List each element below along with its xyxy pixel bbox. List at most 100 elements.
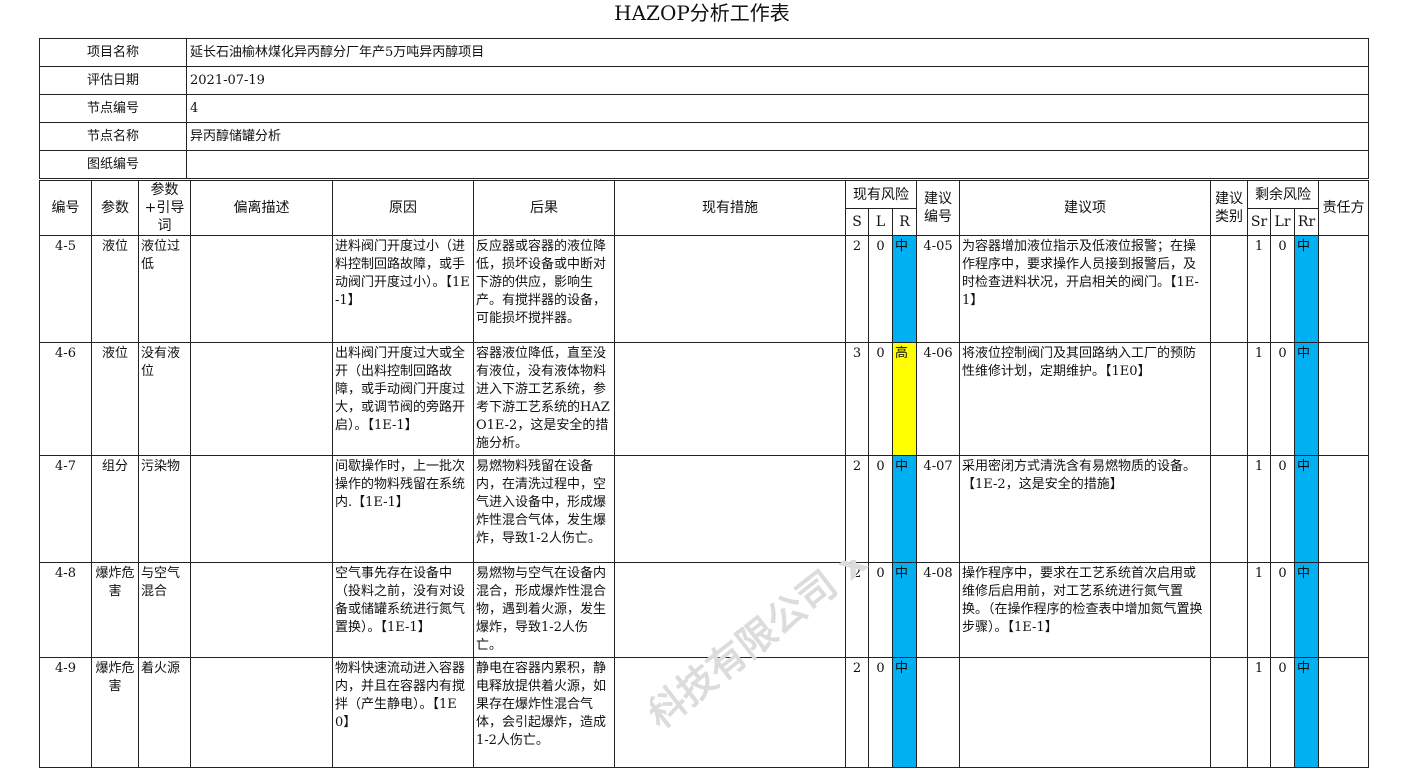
cell-lr: 0 [1270, 455, 1296, 563]
cell-measures [614, 235, 846, 343]
info-label: 项目名称 [39, 38, 187, 67]
table-row: 4-5 液位 液位过低 进料阀门开度过小（进料控制回路故障，或手动阀门开度过小）。【1… [39, 235, 1370, 343]
cell-rec-type [1210, 455, 1249, 563]
header-rec-no: 建议编号 [916, 180, 961, 236]
project-info-table: 项目名称 延长石油榆林煤化异丙醇分厂年产5万吨异丙醇项目 评估日期 2021-07-1… [39, 38, 1369, 179]
cell-owner [1318, 562, 1370, 658]
info-row: 图纸编号 [39, 150, 1369, 179]
cell-cause: 间歇操作时，上一批次操作的物料残留在系统内.【1E-1】 [332, 455, 474, 563]
cell-s: 2 [845, 562, 869, 658]
cell-rec-no: 4-05 [916, 235, 961, 343]
table-row: 4-8 爆炸危害 与空气混合 空气事先存在设备中（投料之前，没有对设备或储罐系统进行氮… [39, 562, 1370, 658]
cell-owner [1318, 235, 1370, 343]
header-rec: 建议项 [959, 180, 1212, 236]
cell-rec-no: 4-08 [916, 562, 961, 658]
cell-r: 中 [891, 657, 918, 768]
cell-sr: 1 [1247, 235, 1272, 343]
header-consequence: 后果 [473, 180, 615, 236]
cell-guide: 没有液位 [138, 342, 191, 456]
cell-sr: 1 [1247, 562, 1272, 658]
cell-rr: 中 [1294, 342, 1320, 456]
cell-measures [614, 342, 846, 456]
header-guide: 参数+引导词 [138, 180, 191, 236]
cell-lr: 0 [1270, 235, 1296, 343]
info-row: 节点名称 异丙醇储罐分析 [39, 122, 1369, 151]
info-value: 异丙醇储罐分析 [186, 122, 1369, 151]
cell-s: 3 [845, 342, 869, 456]
table-row: 4-6 液位 没有液位 出料阀门开度过大或全开（出料控制回路故障，或手动阀门开度过大，… [39, 342, 1370, 456]
cell-param: 爆炸危害 [91, 562, 139, 658]
cell-consequence: 反应器或容器的液位降低，损坏设备或中断对下游的供应，影响生产。有搅拌器的设备，可… [473, 235, 615, 343]
cell-guide: 液位过低 [138, 235, 191, 343]
cell-rec-type [1210, 235, 1249, 343]
cell-no: 4-8 [39, 562, 92, 658]
cell-param: 液位 [91, 235, 139, 343]
cell-param: 组分 [91, 455, 139, 563]
header-current-risk: 现有风险 [844, 179, 918, 210]
header-owner: 责任方 [1318, 180, 1370, 236]
cell-rr: 中 [1294, 235, 1320, 343]
cell-rr: 中 [1294, 657, 1320, 768]
info-value: 4 [186, 94, 1369, 123]
header-param: 参数 [91, 180, 139, 236]
cell-consequence: 易燃物料残留在设备内，在清洗过程中，空气进入设备中，形成爆炸性混合气体，发生爆炸… [473, 455, 615, 563]
info-row: 评估日期 2021-07-19 [39, 66, 1369, 95]
info-label: 评估日期 [39, 66, 187, 95]
cell-rec [959, 657, 1212, 768]
cell-owner [1318, 455, 1370, 563]
cell-r: 中 [891, 235, 918, 343]
cell-no: 4-6 [39, 342, 92, 456]
cell-deviation [190, 342, 333, 456]
cell-s: 2 [845, 235, 869, 343]
cell-sr: 1 [1247, 455, 1272, 563]
header-rec-type: 建议类别 [1210, 180, 1249, 236]
info-value [186, 150, 1369, 179]
cell-param: 液位 [91, 342, 139, 456]
worksheet-page: HAZOP分析工作表 项目名称 延长石油榆林煤化异丙醇分厂年产5万吨异丙醇项目 评估… [0, 0, 1404, 777]
cell-param: 爆炸危害 [91, 657, 139, 768]
cell-deviation [190, 455, 333, 563]
header-deviation: 偏离描述 [190, 180, 333, 236]
cell-cause: 进料阀门开度过小（进料控制回路故障，或手动阀门开度过小）。【1E-1】 [332, 235, 474, 343]
cell-measures [614, 657, 846, 768]
cell-deviation [190, 562, 333, 658]
table-row: 4-9 爆炸危害 着火源 物料快速流动进入容器内，并且在容器内有搅拌（产生静电）。【1… [39, 657, 1370, 768]
info-row: 项目名称 延长石油榆林煤化异丙醇分厂年产5万吨异丙醇项目 [39, 38, 1369, 67]
cell-l: 0 [868, 455, 893, 563]
header-cause: 原因 [332, 180, 474, 236]
cell-no: 4-5 [39, 235, 92, 343]
cell-owner [1318, 342, 1370, 456]
cell-l: 0 [868, 235, 893, 343]
cell-cause: 空气事先存在设备中（投料之前，没有对设备或储罐系统进行氮气置换）。【1E-1】 [332, 562, 474, 658]
header-l: L [868, 208, 893, 236]
cell-guide: 着火源 [138, 657, 191, 768]
cell-r: 中 [891, 455, 918, 563]
cell-lr: 0 [1270, 342, 1296, 456]
cell-rr: 中 [1294, 562, 1320, 658]
cell-measures [614, 455, 846, 563]
cell-measures [614, 562, 846, 658]
cell-no: 4-9 [39, 657, 92, 768]
cell-deviation [190, 657, 333, 768]
cell-rec-no [916, 657, 961, 768]
info-value: 2021-07-19 [186, 66, 1369, 95]
cell-sr: 1 [1247, 657, 1272, 768]
cell-guide: 污染物 [138, 455, 191, 563]
cell-lr: 0 [1270, 562, 1296, 658]
cell-guide: 与空气混合 [138, 562, 191, 658]
cell-no: 4-7 [39, 455, 92, 563]
header-r: R [891, 208, 918, 236]
header-measures: 现有措施 [614, 180, 846, 236]
info-label: 节点编号 [39, 94, 187, 123]
page-title: HAZOP分析工作表 [614, 1, 790, 25]
cell-consequence: 静电在容器内累积，静电释放提供着火源，如果存在爆炸性混合气体，会引起爆炸，造成1… [473, 657, 615, 768]
header-rr: Rr [1294, 208, 1320, 236]
header-no: 编号 [39, 180, 92, 236]
cell-sr: 1 [1247, 342, 1272, 456]
cell-rec-no: 4-07 [916, 455, 961, 563]
header-residual-risk: 剩余风险 [1247, 179, 1320, 210]
cell-l: 0 [868, 657, 893, 768]
cell-r: 中 [891, 562, 918, 658]
cell-rec: 为容器增加液位指示及低液位报警；在操作程序中，要求操作人员接到报警后，及时检查进… [959, 235, 1212, 343]
info-label: 节点名称 [39, 122, 187, 151]
